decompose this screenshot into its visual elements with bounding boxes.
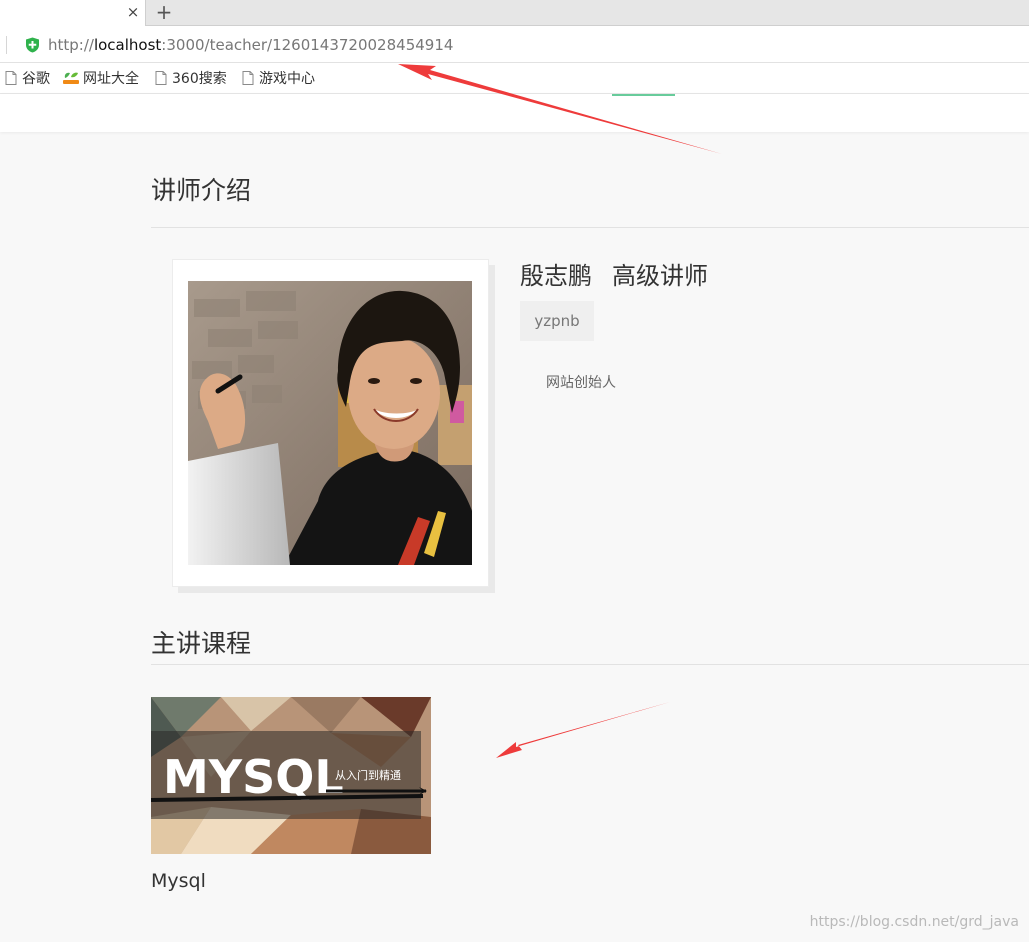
teacher-tag: yzpnb (520, 301, 594, 341)
bookmark-label: 游戏中心 (259, 71, 315, 87)
bookmarks-bar: 谷歌 网址大全 360搜索 游戏中心 (0, 63, 1029, 94)
bookmark-google[interactable]: 谷歌 (5, 69, 50, 87)
course-name[interactable]: Mysql (151, 869, 206, 893)
hao-icon (63, 72, 79, 84)
teacher-level: 高级讲师 (612, 262, 708, 290)
course-cover-image[interactable]: MYSQL 从入门到精通 (151, 697, 431, 854)
page-icon (242, 71, 254, 85)
teacher-photo (188, 281, 472, 565)
close-tab-icon[interactable]: × (124, 2, 142, 22)
url-host: localhost (93, 36, 162, 54)
address-bar[interactable]: http://localhost:3000/teacher/1260143720… (0, 26, 1029, 63)
bookmark-label: 谷歌 (22, 71, 50, 87)
active-tab[interactable]: × (0, 0, 146, 26)
divider (151, 664, 1029, 665)
new-tab-button[interactable]: + (153, 1, 175, 23)
teacher-photo-card (172, 259, 489, 587)
bookmark-360-search[interactable]: 360搜索 (155, 69, 227, 87)
url-prefix: http:// (48, 36, 94, 54)
arrow-to-course-icon (496, 702, 670, 758)
address-divider (6, 36, 7, 54)
divider (151, 227, 1029, 228)
bookmark-game-center[interactable]: 游戏中心 (242, 69, 315, 87)
url-path: :3000/teacher/1260143720028454914 (161, 36, 454, 54)
url-field[interactable]: http://localhost:3000/teacher/1260143720… (48, 35, 453, 55)
page-icon (155, 71, 167, 85)
watermark: https://blog.csdn.net/grd_java (809, 914, 1019, 930)
teacher-section-title: 讲师介绍 (151, 176, 252, 205)
tab-bar: × + (0, 0, 1029, 26)
teacher-name: 殷志鹏 (520, 262, 592, 290)
bookmark-label: 网址大全 (83, 71, 139, 87)
bookmark-hao123[interactable]: 网址大全 (62, 69, 139, 87)
site-header (0, 94, 1029, 132)
teacher-name-line: 殷志鹏 高级讲师 (520, 260, 708, 292)
course-cover-subtitle: 从入门到精通 (335, 768, 401, 782)
courses-section-title: 主讲课程 (151, 629, 252, 658)
bookmark-label: 360搜索 (172, 71, 227, 87)
secure-shield-icon (26, 37, 39, 53)
page-icon (5, 71, 17, 85)
active-nav-indicator (612, 94, 675, 96)
teacher-intro: 网站创始人 (546, 375, 616, 391)
